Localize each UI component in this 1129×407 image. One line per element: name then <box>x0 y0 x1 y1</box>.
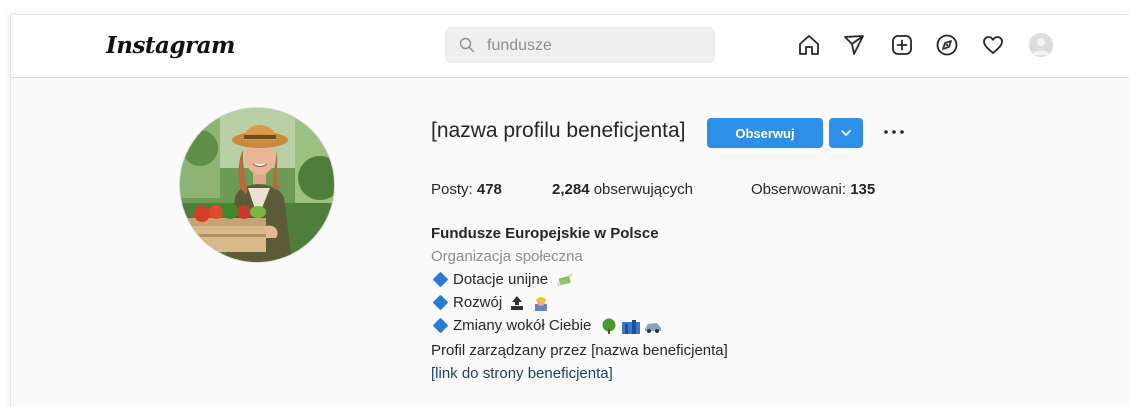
explore-icon[interactable] <box>935 33 959 57</box>
suggested-accounts-dropdown-button[interactable] <box>829 118 863 148</box>
blue-diamond-icon <box>432 271 449 288</box>
user-avatar-icon[interactable] <box>1029 33 1053 57</box>
bio-line-grants: Dotacje unijne <box>431 271 574 288</box>
instagram-window: Instagram fundusze [nazwa profilu benefi… <box>10 14 1129 407</box>
blue-diamond-icon <box>432 294 449 311</box>
instagram-logo[interactable]: Instagram <box>106 32 235 59</box>
search-box[interactable] <box>445 27 715 65</box>
bio-line-development: Rozwój <box>431 294 549 312</box>
follow-button[interactable]: Obserwuj <box>707 118 823 148</box>
bio-website-link[interactable]: [link do strony beneficjenta] <box>431 365 613 382</box>
bio-line-text: Zmiany wokół Ciebie <box>453 317 592 334</box>
profile-photo[interactable] <box>179 107 335 263</box>
home-icon[interactable] <box>797 33 821 57</box>
more-options-button[interactable] <box>881 119 907 145</box>
blue-diamond-icon <box>432 317 449 334</box>
followers-count[interactable]: 2,284 obserwujących <box>552 181 693 198</box>
posts-value: 478 <box>476 181 502 198</box>
top-navigation-bar: Instagram <box>11 15 1129 78</box>
bio-managed-by: Profil zarządzany przez [nazwa beneficje… <box>431 342 728 359</box>
followers-value: 2,284 <box>552 181 590 198</box>
search-input[interactable] <box>485 27 709 65</box>
bio-line-text: Dotacje unijne <box>453 271 549 288</box>
bio-full-name: Fundusze Europejskie w Polsce <box>431 225 659 242</box>
following-count[interactable]: Obserwowani: 135 <box>751 181 875 198</box>
posts-label: Posty: <box>431 181 473 198</box>
more-options-icon <box>884 130 904 134</box>
top-arrow-icon <box>511 296 524 311</box>
chevron-down-icon <box>841 130 851 136</box>
new-post-icon[interactable] <box>890 33 914 57</box>
bio-category: Organizacja społeczna <box>431 248 583 265</box>
followers-label: obserwujących <box>593 181 693 198</box>
bio-line-changes: Zmiany wokół Ciebie <box>431 317 662 335</box>
activity-heart-icon[interactable] <box>981 33 1005 57</box>
money-with-wings-icon <box>557 273 574 288</box>
city-buildings-icon <box>621 320 640 335</box>
search-icon <box>459 37 475 53</box>
following-label: Obserwowani: <box>751 181 847 198</box>
direct-message-icon[interactable] <box>842 33 866 57</box>
electric-car-icon <box>644 323 661 334</box>
construction-worker-icon <box>534 297 547 312</box>
following-value: 135 <box>850 181 876 198</box>
bio-line-text: Rozwój <box>453 294 503 311</box>
tree-icon <box>602 318 616 335</box>
profile-username: [nazwa profilu beneficjenta] <box>431 119 686 142</box>
posts-count: Posty: 478 <box>431 181 502 198</box>
